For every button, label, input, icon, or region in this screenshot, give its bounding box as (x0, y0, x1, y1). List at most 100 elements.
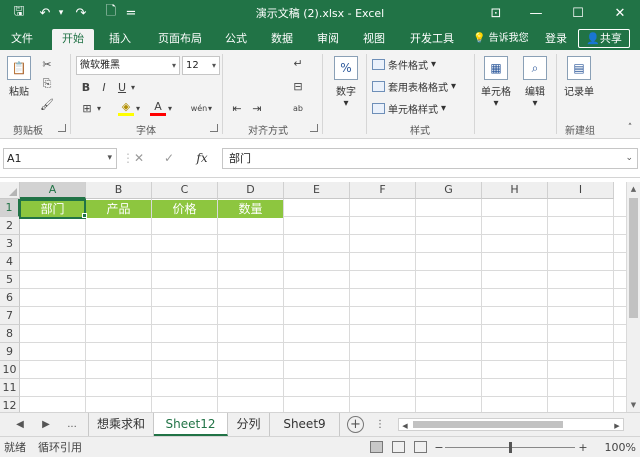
column-header[interactable]: I (548, 182, 614, 199)
horizontal-scroll-thumb[interactable] (413, 421, 563, 428)
close-button[interactable]: ✕ (604, 0, 636, 26)
tab-review[interactable]: 审阅 (310, 29, 346, 50)
maximize-button[interactable]: ☐ (562, 0, 594, 26)
font-color-dropdown-icon[interactable]: ▾ (166, 100, 174, 116)
table-header-cell[interactable]: 价格 (152, 200, 217, 218)
sheet-next-icon[interactable]: ▶ (40, 416, 52, 434)
tab-page-layout[interactable]: 页面布局 (150, 29, 210, 50)
wrap-text-icon[interactable]: ↵ (290, 55, 306, 71)
align-right-icon[interactable] (269, 80, 283, 92)
page-break-view-icon[interactable] (414, 441, 427, 453)
number-format-button[interactable]: % 数字 ▾ (330, 56, 362, 109)
zoom-in-button[interactable]: + (578, 440, 588, 455)
sheet-tab[interactable]: Sheet9 (270, 413, 340, 436)
alignment-launcher-icon[interactable] (310, 124, 318, 132)
name-box[interactable]: A1 ▾ (3, 148, 117, 169)
redo-arrow-icon[interactable]: ↷ (72, 3, 90, 23)
align-top-icon[interactable] (229, 57, 243, 69)
row-header[interactable]: 8 (0, 325, 20, 343)
merge-center-icon[interactable]: ⊟ (290, 78, 306, 94)
sheet-prev-icon[interactable]: ◀ (14, 416, 26, 434)
bold-button[interactable]: B (79, 79, 93, 95)
insert-function-icon[interactable]: fx (192, 149, 212, 168)
font-color-icon[interactable]: A (150, 100, 166, 116)
align-left-icon[interactable] (229, 80, 243, 92)
scroll-left-icon[interactable]: ◀ (399, 417, 411, 435)
align-bottom-icon[interactable] (269, 57, 283, 69)
cells-button[interactable]: ▦ 单元格 ▾ (478, 56, 514, 109)
row-header[interactable]: 12 (0, 397, 20, 412)
horizontal-scrollbar[interactable]: ◀ ▶ (398, 418, 624, 431)
tab-home[interactable]: 开始 (52, 29, 94, 50)
font-launcher-icon[interactable] (210, 124, 218, 132)
tell-me-box[interactable]: 💡 告诉我您 (473, 29, 529, 49)
tab-insert[interactable]: 插入 (102, 29, 138, 50)
row-header[interactable]: 6 (0, 289, 20, 307)
formula-drag-handle[interactable]: ⋮ (122, 149, 134, 168)
zoom-slider-knob[interactable] (509, 442, 512, 453)
split-handle-icon[interactable]: ⋮ (370, 416, 390, 434)
scroll-up-icon[interactable]: ▲ (627, 182, 640, 196)
column-header[interactable]: C (152, 182, 218, 199)
cell-styles-button[interactable]: 单元格样式 ▾ (372, 101, 446, 116)
tab-view[interactable]: 视图 (356, 29, 392, 50)
normal-view-icon[interactable] (370, 441, 383, 453)
orientation-icon[interactable]: ab (290, 100, 306, 116)
underline-dropdown-icon[interactable]: ▾ (129, 79, 137, 95)
format-painter-icon[interactable]: 🖌 (38, 96, 56, 112)
tab-file[interactable]: 文件 (4, 29, 40, 50)
scroll-down-icon[interactable]: ▼ (627, 398, 640, 412)
fill-handle[interactable] (82, 213, 87, 218)
clipboard-launcher-icon[interactable] (58, 124, 66, 132)
table-header-cell[interactable]: 数量 (218, 200, 283, 218)
column-header[interactable]: G (416, 182, 482, 199)
column-header[interactable]: F (350, 182, 416, 199)
table-header-cell[interactable]: 产品 (86, 200, 151, 218)
worksheet-grid[interactable]: A B C D E F G H I 1 2 3 4 5 6 7 8 9 10 11 12 部门 产品 价格 数量 (0, 182, 626, 412)
decrease-indent-icon[interactable]: ⇤ (229, 100, 245, 116)
fill-color-icon[interactable]: ◈ (118, 100, 134, 116)
paste-button[interactable]: 📋 粘贴 (4, 56, 34, 98)
underline-button[interactable]: U (115, 79, 129, 95)
border-icon[interactable]: ⊞ (79, 100, 95, 116)
tab-developer[interactable]: 开发工具 (402, 29, 462, 50)
row-header[interactable]: 4 (0, 253, 20, 271)
column-header[interactable]: B (86, 182, 152, 199)
italic-button[interactable]: I (97, 79, 111, 95)
vertical-scroll-thumb[interactable] (629, 198, 638, 318)
row-header[interactable]: 10 (0, 361, 20, 379)
fill-dropdown-icon[interactable]: ▾ (134, 100, 142, 116)
page-layout-view-icon[interactable] (392, 441, 405, 453)
record-form-button[interactable]: ▤ 记录单 (560, 56, 598, 98)
minimize-button[interactable]: — (520, 0, 552, 26)
login-link[interactable]: 登录 (540, 29, 572, 50)
border-dropdown-icon[interactable]: ▾ (95, 100, 103, 116)
active-cell[interactable]: 部门 (19, 199, 86, 219)
increase-indent-icon[interactable]: ⇥ (249, 100, 265, 116)
row-header[interactable]: 1 (0, 199, 20, 217)
cancel-icon[interactable]: ✕ (130, 149, 148, 168)
cut-icon[interactable]: ✂ (38, 56, 56, 72)
row-header[interactable]: 2 (0, 217, 20, 235)
collapse-ribbon-icon[interactable]: ˄ (624, 122, 636, 134)
add-sheet-button[interactable]: + (347, 416, 364, 433)
undo-dropdown-icon[interactable]: ▾ (56, 3, 66, 23)
vertical-scrollbar[interactable]: ▲ ▼ (626, 182, 640, 412)
enter-icon[interactable]: ✓ (160, 149, 178, 168)
customize-toolbar-icon[interactable]: = (124, 3, 138, 23)
row-header[interactable]: 11 (0, 379, 20, 397)
tab-formulas[interactable]: 公式 (218, 29, 254, 50)
editing-button[interactable]: ⌕ 编辑 ▾ (518, 56, 552, 109)
row-header[interactable]: 5 (0, 271, 20, 289)
format-as-table-button[interactable]: 套用表格格式 ▾ (372, 79, 456, 94)
formula-input[interactable]: 部门 ⌄ (222, 148, 638, 169)
zoom-out-button[interactable]: − (434, 440, 444, 455)
share-button[interactable]: 👤共享 (578, 29, 630, 48)
sheet-tab-active[interactable]: Sheet12 (154, 413, 228, 436)
sheet-more-icon[interactable]: ... (62, 416, 82, 434)
row-header[interactable]: 9 (0, 343, 20, 361)
font-size-field[interactable]: 12 ▾ (182, 56, 220, 75)
expand-formula-icon[interactable]: ⌄ (625, 149, 633, 168)
sheet-tab[interactable]: 分列 (228, 413, 270, 436)
align-middle-icon[interactable] (249, 57, 263, 69)
